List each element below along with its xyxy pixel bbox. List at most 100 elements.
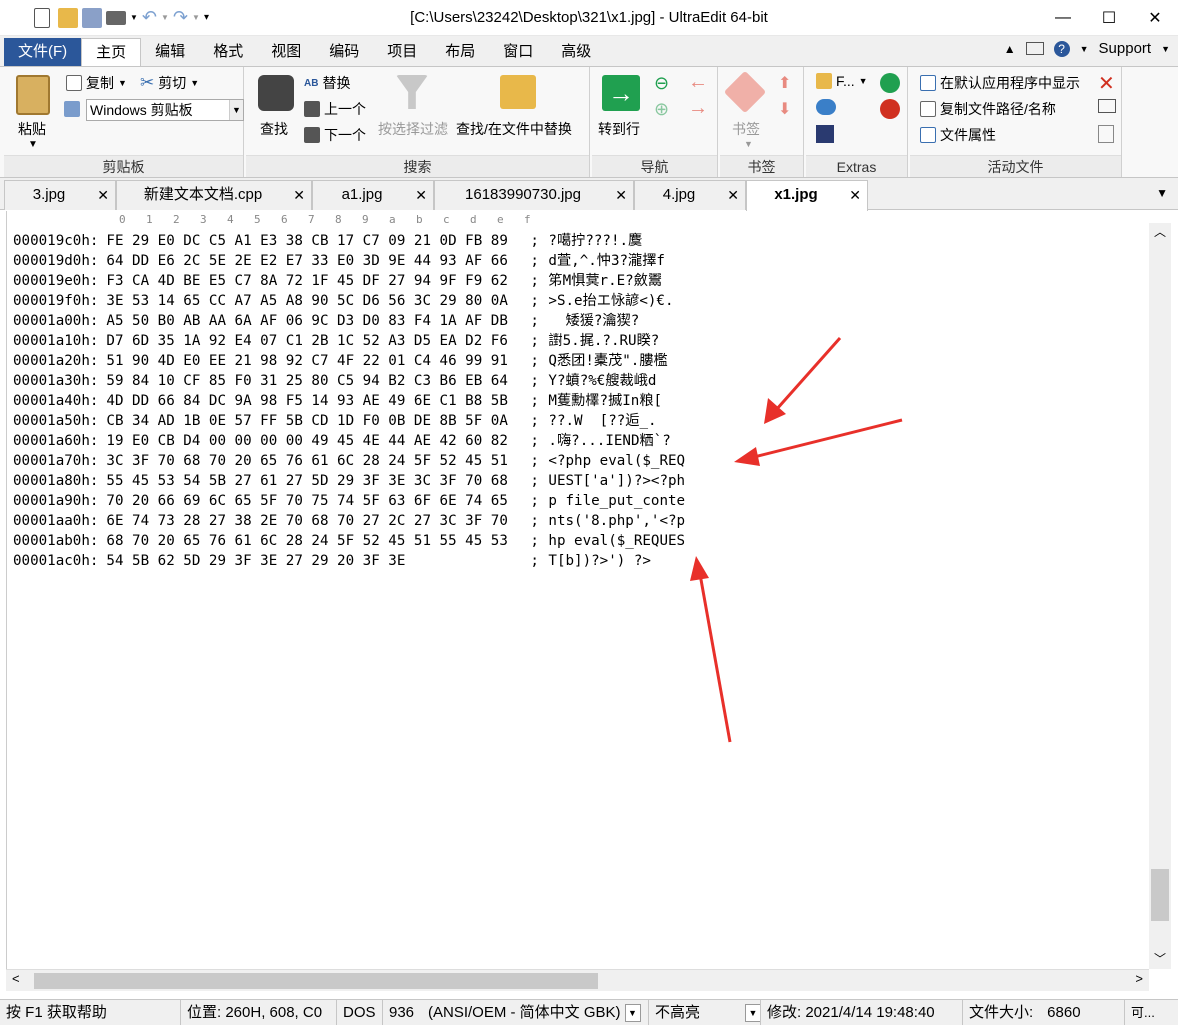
hex-editor[interactable]: 0 1 2 3 4 5 6 7 8 9 a b c d e f 000019c0h: FE 29 E0 DC C… bbox=[6, 211, 1149, 969]
find-next-button[interactable]: 下一个 bbox=[304, 125, 366, 145]
bookmark-dropdown-icon[interactable]: ▼ bbox=[744, 139, 753, 149]
ultraedit-icon[interactable] bbox=[880, 99, 900, 119]
copy-button[interactable]: 复制 ▼ bbox=[66, 73, 127, 93]
find-prev-button[interactable]: 上一个 bbox=[304, 99, 366, 119]
clipboard-select[interactable]: Windows 剪贴板 ▼ bbox=[86, 99, 244, 121]
file-tab[interactable]: a1.jpg ✕ bbox=[312, 180, 434, 210]
hex-row[interactable]: 000019c0h: FE 29 E0 DC C5 A1 E3 38 CB 17 … bbox=[13, 231, 642, 251]
hex-row[interactable]: 00001a70h: 3C 3F 70 68 70 20 65 76 61 6C … bbox=[13, 451, 685, 471]
paste-button[interactable]: 粘贴 bbox=[18, 119, 46, 139]
help-dropdown-icon[interactable]: ▼ bbox=[1080, 44, 1089, 54]
bookmark-prev-icon[interactable]: ⬆ bbox=[778, 73, 791, 93]
print-dropdown-icon[interactable]: ▼ bbox=[130, 13, 138, 22]
customize-qat-icon[interactable]: ▾ bbox=[204, 12, 209, 23]
scroll-right-icon[interactable]: > bbox=[1135, 971, 1143, 986]
help-icon[interactable]: ? bbox=[1053, 40, 1070, 57]
new-file-icon[interactable] bbox=[34, 7, 50, 28]
file-info-icon[interactable] bbox=[1098, 125, 1114, 143]
file-properties-button[interactable]: 文件属性 bbox=[920, 125, 996, 145]
binoculars-icon[interactable] bbox=[258, 75, 294, 111]
find-button[interactable]: 查找 bbox=[260, 119, 288, 139]
hex-row[interactable]: 00001a10h: D7 6D 35 1A 92 E4 07 C1 2B 1C … bbox=[13, 331, 659, 351]
support-menu[interactable]: Support bbox=[1099, 40, 1152, 57]
tabs-dropdown-icon[interactable]: ▼ bbox=[1156, 186, 1168, 200]
highlighting-dropdown-icon[interactable]: ▼ bbox=[745, 1004, 761, 1023]
maximize-button[interactable]: ☐ bbox=[1086, 0, 1132, 36]
find-in-files-icon[interactable] bbox=[500, 75, 536, 109]
cloud-icon[interactable] bbox=[816, 99, 836, 115]
replace-button[interactable]: AB 替换 bbox=[304, 73, 350, 93]
tab-home[interactable]: 主页 bbox=[81, 38, 142, 66]
tab-format[interactable]: 格式 bbox=[199, 38, 257, 66]
scroll-up-icon[interactable]: ︿ bbox=[1154, 223, 1166, 240]
extras-f-button[interactable]: F... ▼ bbox=[816, 73, 868, 89]
hex-row[interactable]: 00001a60h: 19 E0 CB D4 00 00 00 00 49 45 … bbox=[13, 431, 671, 451]
close-button[interactable]: ✕ bbox=[1132, 0, 1178, 36]
nav-back-red-icon[interactable]: ← bbox=[688, 71, 708, 94]
close-tab-icon[interactable]: ✕ bbox=[615, 181, 627, 209]
file-tab[interactable]: 16183990730.jpg ✕ bbox=[434, 180, 634, 210]
nav-forward-red-icon[interactable]: → bbox=[688, 97, 708, 120]
hex-row[interactable]: 00001aa0h: 6E 74 73 28 27 38 2E 70 68 70 … bbox=[13, 511, 685, 531]
redo-dropdown-icon[interactable]: ▼ bbox=[192, 13, 200, 22]
rename-icon[interactable] bbox=[1098, 99, 1116, 113]
redo-icon[interactable]: ↷ bbox=[173, 7, 188, 28]
paste-dropdown-icon[interactable]: ▼ bbox=[28, 139, 38, 150]
close-tab-icon[interactable]: ✕ bbox=[415, 181, 427, 209]
close-tab-icon[interactable]: ✕ bbox=[849, 181, 861, 209]
status-encoding[interactable]: (ANSI/OEM - 简体中文 GBK) ▼ bbox=[422, 1000, 641, 1025]
status-highlighting[interactable]: 不高亮 ▼ bbox=[648, 1000, 761, 1025]
file-tab[interactable]: 3.jpg ✕ bbox=[4, 180, 116, 210]
paste-icon[interactable] bbox=[16, 75, 50, 115]
script-icon[interactable] bbox=[816, 125, 834, 143]
hex-row[interactable]: 00001a80h: 55 45 53 54 5B 27 61 27 5D 29 … bbox=[13, 471, 685, 491]
vertical-scrollbar[interactable]: ︿ ﹀ bbox=[1149, 223, 1171, 969]
file-tab-active[interactable]: x1.jpg ✕ bbox=[746, 180, 868, 211]
close-file-icon[interactable]: ✕ bbox=[1098, 71, 1115, 96]
save-icon[interactable] bbox=[82, 7, 102, 28]
file-menu[interactable]: 文件(F) bbox=[4, 38, 82, 66]
filter-by-selection-button[interactable]: 按选择过滤 bbox=[378, 119, 448, 139]
close-tab-icon[interactable]: ✕ bbox=[727, 181, 739, 209]
hex-row[interactable]: 00001a40h: 4D DD 66 84 DC 9A 98 F5 14 93 … bbox=[13, 391, 662, 411]
horizontal-scrollbar[interactable]: < > bbox=[6, 969, 1149, 991]
open-folder-icon[interactable] bbox=[58, 7, 78, 28]
theme-icon[interactable] bbox=[1025, 42, 1044, 55]
tab-edit[interactable]: 编辑 bbox=[141, 38, 199, 66]
scroll-left-icon[interactable]: < bbox=[12, 971, 20, 986]
encoding-dropdown-icon[interactable]: ▼ bbox=[624, 1004, 641, 1023]
vertical-scroll-thumb[interactable] bbox=[1151, 869, 1169, 921]
tab-layout[interactable]: 布局 bbox=[431, 38, 489, 66]
status-line-ending[interactable]: DOS bbox=[336, 1000, 376, 1025]
nav-back-green-icon[interactable]: ⊖ bbox=[654, 73, 669, 94]
file-tab[interactable]: 4.jpg ✕ bbox=[634, 180, 746, 210]
bookmark-button[interactable]: 书签 bbox=[732, 119, 760, 139]
tab-project[interactable]: 项目 bbox=[373, 38, 431, 66]
undo-dropdown-icon[interactable]: ▼ bbox=[161, 13, 169, 22]
scroll-down-icon[interactable]: ﹀ bbox=[1154, 950, 1166, 967]
hex-row[interactable]: 00001a30h: 59 84 10 CF 85 F0 31 25 80 C5 … bbox=[13, 371, 656, 391]
hex-row[interactable]: 00001a20h: 51 90 4D E0 EE 21 98 92 C7 4F … bbox=[13, 351, 668, 371]
cut-button[interactable]: ✂ 剪切 ▼ bbox=[140, 73, 199, 93]
hex-row[interactable]: 00001a00h: A5 50 B0 AB AA 6A AF 06 9C D3 … bbox=[13, 311, 639, 331]
hex-row[interactable]: 000019e0h: F3 CA 4D BE E5 C7 8A 72 1F 45 … bbox=[13, 271, 662, 291]
print-icon[interactable] bbox=[106, 10, 126, 25]
bookmark-next-icon[interactable]: ⬇ bbox=[778, 99, 791, 119]
goto-line-button[interactable]: 转到行 bbox=[598, 119, 640, 139]
close-tab-icon[interactable]: ✕ bbox=[293, 181, 305, 209]
copy-path-button[interactable]: 复制文件路径/名称 bbox=[920, 99, 1056, 119]
hex-row[interactable]: 00001a90h: 70 20 66 69 6C 65 5F 70 75 74 … bbox=[13, 491, 685, 511]
hex-row[interactable]: 000019f0h: 3E 53 14 65 CC A7 A5 A8 90 5C … bbox=[13, 291, 674, 311]
find-in-files-button[interactable]: 查找/在文件中替换 bbox=[456, 119, 572, 139]
nav-forward-green-icon[interactable]: ⊕ bbox=[654, 99, 669, 120]
close-tab-icon[interactable]: ✕ bbox=[97, 181, 109, 209]
hex-row[interactable]: 00001ab0h: 68 70 20 65 76 61 6C 28 24 5F … bbox=[13, 531, 685, 551]
undo-icon[interactable]: ↶ bbox=[142, 7, 157, 28]
collapse-ribbon-icon[interactable]: ▲ bbox=[1004, 42, 1016, 56]
tab-encoding[interactable]: 编码 bbox=[315, 38, 373, 66]
tab-window[interactable]: 窗口 bbox=[489, 38, 547, 66]
file-tab[interactable]: 新建文本文档.cpp ✕ bbox=[116, 180, 312, 210]
uestudio-icon[interactable] bbox=[880, 73, 900, 93]
horizontal-scroll-thumb[interactable] bbox=[34, 973, 598, 989]
hex-row[interactable]: 00001a50h: CB 34 AD 1B 0E 57 FF 5B CD 1D … bbox=[13, 411, 657, 431]
